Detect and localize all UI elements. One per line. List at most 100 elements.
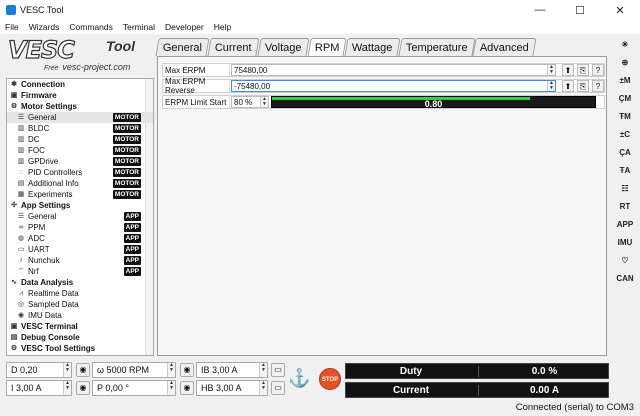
erpm-limit-start-bar[interactable]: 0.80 <box>271 96 596 109</box>
max-erpm-input[interactable]: 75480,00 ▲ ▼ <box>231 64 556 76</box>
play-icon[interactable]: ◉ <box>180 363 194 377</box>
tree-item-pid-controllers[interactable]: ◌ PID Controllers MOTOR <box>7 167 153 178</box>
tree-item-experiments[interactable]: ▦ Experiments MOTOR <box>7 189 153 200</box>
motor-write-icon[interactable]: ŦM <box>615 108 635 126</box>
tab-label: Advanced <box>480 41 530 54</box>
brake-icon[interactable]: ▭ <box>271 363 285 377</box>
menu-commands[interactable]: Commands <box>64 22 117 32</box>
anchor-icon[interactable]: ⚓ <box>288 368 310 392</box>
tree-item-firmware[interactable]: ▣ Firmware <box>7 90 153 101</box>
tree-item-badge: MOTOR <box>112 168 141 177</box>
play-icon[interactable]: ◉ <box>76 363 90 377</box>
rpm-input[interactable]: ω 5000 RPM ▲ ▼ <box>92 362 176 378</box>
help-icon[interactable]: ? <box>592 64 604 76</box>
tree-item-adc[interactable]: ◍ ADC APP <box>7 233 153 244</box>
adc-icon: ◍ <box>17 234 25 242</box>
upload-icon[interactable]: ⬆ <box>562 64 574 76</box>
hb-input[interactable]: HB 3,00 A ▲ ▼ <box>196 380 268 396</box>
tree-item-dc[interactable]: ▥ DC MOTOR <box>7 134 153 145</box>
imu-icon[interactable]: IMU <box>615 234 635 252</box>
brake-icon[interactable]: ▭ <box>271 381 285 395</box>
motor-config-icon[interactable]: ÇM <box>615 90 635 108</box>
heart-icon[interactable]: ♡ <box>615 252 635 270</box>
spinner-icon[interactable]: ▲ ▼ <box>547 65 555 75</box>
param-max-erpm-reverse: Max ERPM Reverse -75480,00 ▲ ▼ ⬆ ⎘ ? <box>162 77 605 95</box>
tree-item-imu-data[interactable]: ◉ IMU Data <box>7 310 153 321</box>
param-label: ERPM Limit Start <box>163 96 230 108</box>
menu-developer[interactable]: Developer <box>160 22 209 32</box>
tab-general[interactable]: General <box>155 38 210 56</box>
close-button[interactable]: ✕ <box>600 0 640 20</box>
tab-current[interactable]: Current <box>207 38 260 56</box>
menu-file[interactable]: File <box>0 22 24 32</box>
current-icon[interactable]: ±C <box>615 126 635 144</box>
upload-icon[interactable]: ⬆ <box>562 80 574 92</box>
tree-item-bldc[interactable]: ▥ BLDC MOTOR <box>7 123 153 134</box>
erpm-limit-start-input[interactable]: 80 % ▲ ▼ <box>231 96 269 108</box>
current-config-icon[interactable]: ÇA <box>615 144 635 162</box>
tree-item-connection[interactable]: ✱ Connection <box>7 79 153 90</box>
tree-item-vesc-terminal[interactable]: ▣ VESC Terminal <box>7 321 153 332</box>
tree-item-label: VESC Terminal <box>21 322 78 331</box>
title-bar: VESC Tool — ☐ ✕ <box>0 0 640 20</box>
position-value: P 0,00 ° <box>97 383 129 393</box>
current-write-icon[interactable]: ŦA <box>615 162 635 180</box>
play-icon[interactable]: ◉ <box>76 381 90 395</box>
tree-item-sampled-data[interactable]: ◎ Sampled Data <box>7 299 153 310</box>
position-input[interactable]: P 0,00 ° ▲ ▼ <box>92 380 176 396</box>
motor-detect-icon[interactable]: ±M <box>615 72 635 90</box>
read-icon[interactable]: ⎘ <box>577 80 589 92</box>
tab-wattage[interactable]: Wattage <box>344 38 401 56</box>
tree-item-label: Experiments <box>28 190 73 199</box>
spinner-icon[interactable]: ▲ ▼ <box>259 363 267 377</box>
tree-item-additional-info[interactable]: ▤ Additional Info MOTOR <box>7 178 153 189</box>
dc-icon: ▥ <box>17 135 25 143</box>
tab-voltage[interactable]: Voltage <box>257 38 310 56</box>
minimize-button[interactable]: — <box>520 0 560 20</box>
tab-label: Current <box>215 41 252 54</box>
tree-item-motor-settings[interactable]: ⚙ Motor Settings <box>7 101 153 112</box>
tree-item-gpdrive[interactable]: ▥ GPDrive MOTOR <box>7 156 153 167</box>
play-icon[interactable]: ◉ <box>180 381 194 395</box>
tree-item-foc[interactable]: ▥ FOC MOTOR <box>7 145 153 156</box>
tab-rpm[interactable]: RPM <box>306 38 347 57</box>
spinner-icon[interactable]: ▲ ▼ <box>547 81 555 91</box>
realtime-data-icon[interactable]: RT <box>615 198 635 216</box>
tab-advanced[interactable]: Advanced <box>472 38 537 56</box>
help-icon[interactable]: ? <box>592 80 604 92</box>
app-data-icon[interactable]: APP <box>615 216 635 234</box>
tree-item-general[interactable]: ☰ General APP <box>7 211 153 222</box>
tree-item-badge: MOTOR <box>112 190 141 199</box>
tree-item-uart[interactable]: ▭ UART APP <box>7 244 153 255</box>
max-erpm-reverse-input[interactable]: -75480,00 ▲ ▼ <box>231 80 556 92</box>
tab-temperature[interactable]: Temperature <box>397 38 475 56</box>
tree-item-nunchuk[interactable]: ≀ Nunchuk APP <box>7 255 153 266</box>
expand-icon[interactable]: ✳ <box>615 36 635 54</box>
tree-item-app-settings[interactable]: ✣ App Settings <box>7 200 153 211</box>
current-input[interactable]: I 3,00 A ▲ ▼ <box>6 380 72 396</box>
tree-item-data-analysis[interactable]: ∿ Data Analysis <box>7 277 153 288</box>
connect-icon[interactable]: ⊕ <box>615 54 635 72</box>
duty-input[interactable]: D 0,20 ▲ ▼ <box>6 362 72 378</box>
menu-terminal[interactable]: Terminal <box>118 22 160 32</box>
tree-item-debug-console[interactable]: ▤ Debug Console <box>7 332 153 343</box>
spinner-icon[interactable]: ▲ ▼ <box>260 97 268 107</box>
maximize-button[interactable]: ☐ <box>560 0 600 20</box>
menu-wizards[interactable]: Wizards <box>24 22 65 32</box>
tree-item-general[interactable]: ☰ General MOTOR <box>7 112 153 123</box>
ib-input[interactable]: IB 3,00 A ▲ ▼ <box>196 362 268 378</box>
spinner-icon[interactable]: ▲ ▼ <box>167 363 175 377</box>
read-icon[interactable]: ⎘ <box>577 64 589 76</box>
tree-item-ppm[interactable]: ∞ PPM APP <box>7 222 153 233</box>
spinner-icon[interactable]: ▲ ▼ <box>63 363 71 377</box>
can-icon[interactable]: CAN <box>615 270 635 288</box>
tree-item-realtime-data[interactable]: ⩘ Realtime Data <box>7 288 153 299</box>
spinner-icon[interactable]: ▲ ▼ <box>63 381 71 395</box>
config-tree-icon[interactable]: ☷ <box>615 180 635 198</box>
stop-button[interactable]: STOP <box>319 368 341 390</box>
tree-item-nrf[interactable]: ⌔ Nrf APP <box>7 266 153 277</box>
tree-item-vesc-tool-settings[interactable]: ⚙ VESC Tool Settings <box>7 343 153 354</box>
menu-help[interactable]: Help <box>209 22 236 32</box>
spinner-icon[interactable]: ▲ ▼ <box>259 381 267 395</box>
spinner-icon[interactable]: ▲ ▼ <box>167 381 175 395</box>
